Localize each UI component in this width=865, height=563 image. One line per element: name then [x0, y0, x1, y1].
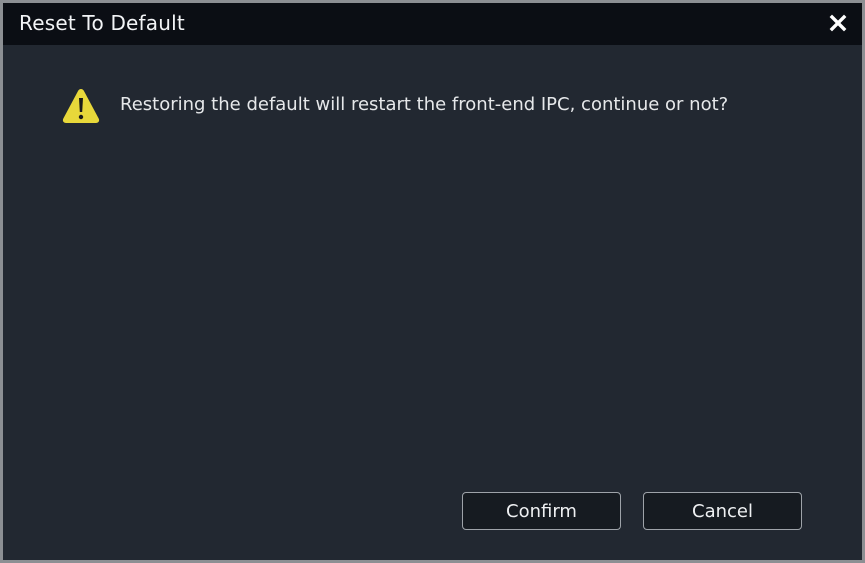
dialog-message: Restoring the default will restart the f…: [120, 94, 729, 115]
confirm-button[interactable]: Confirm: [462, 492, 621, 530]
warning-triangle-icon: [62, 89, 100, 123]
dialog-title: Reset To Default: [19, 11, 185, 35]
close-button[interactable]: [824, 9, 852, 37]
cancel-button[interactable]: Cancel: [643, 492, 802, 530]
close-icon: [829, 14, 847, 32]
reset-dialog: Reset To Default Restoring the default w…: [0, 0, 865, 563]
dialog-titlebar: Reset To Default: [3, 3, 862, 45]
